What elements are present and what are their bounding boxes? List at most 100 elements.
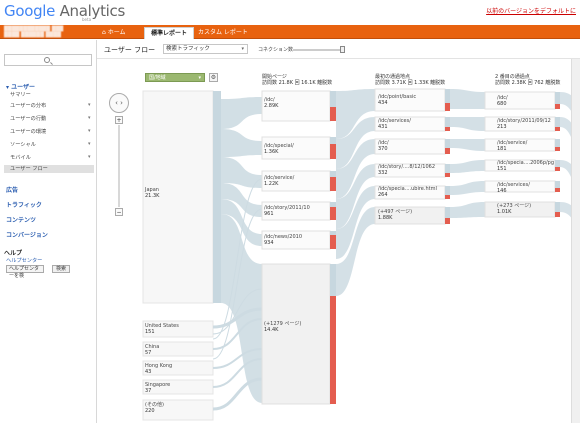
col1-node[interactable] xyxy=(261,263,331,405)
col1-exit xyxy=(330,144,336,159)
sidebar-traffic-label: トラフィック xyxy=(6,202,42,209)
sidebar-help-heading: ヘルプ xyxy=(4,248,22,257)
col3-label[interactable]: (+273 ページ) 1.01K xyxy=(497,203,531,215)
col3-exit xyxy=(555,104,560,109)
col1-bar xyxy=(330,264,336,296)
col1-label[interactable]: /idc/news/2010 934 xyxy=(264,234,302,246)
help-search-input[interactable]: ヘルプセンターを検 xyxy=(6,265,44,279)
connection-slider[interactable] xyxy=(293,46,345,53)
help-center-label: ヘルプセンター xyxy=(6,258,43,264)
sidebar-mobile-label: モバイル xyxy=(10,155,31,161)
slider-knob[interactable] xyxy=(340,46,345,53)
page-value: 1.01K xyxy=(497,209,512,215)
col2-bar xyxy=(445,164,450,173)
sidebar-item-mobile[interactable]: モバイル ▾ xyxy=(10,154,91,161)
sidebar-section-users[interactable]: ▾ ユーザー xyxy=(6,82,35,91)
col1-exit xyxy=(330,107,336,121)
col1-bar xyxy=(330,171,336,177)
sidebar-item-distribution[interactable]: ユーザーの分布 ▾ xyxy=(10,102,91,109)
zoom-out-button[interactable]: − xyxy=(115,208,123,216)
dimension-select[interactable]: 国/地域 ▾ xyxy=(145,73,205,82)
col3-exit xyxy=(555,127,560,131)
page-value: 370 xyxy=(378,146,388,152)
google-analytics-logo[interactable]: Google Analytics xyxy=(4,2,125,20)
sidebar-item-flow[interactable]: ユーザー フロー xyxy=(4,165,94,173)
ga-window: { "header": { "logo_google": "Google", "… xyxy=(0,0,580,423)
col2-exit xyxy=(445,148,450,154)
col2-bar xyxy=(445,117,450,127)
tab-standard-reports[interactable]: 標準レポート xyxy=(144,27,195,39)
col2-label[interactable]: /idc/370 xyxy=(378,140,389,152)
sidebar-item-environment[interactable]: ユーザーの環境 ▾ xyxy=(10,128,91,135)
connection-label: コネクション数 xyxy=(258,47,294,53)
account-line2: ████ ██████ ████ xyxy=(4,32,62,38)
sidebar-environment-label: ユーザーの環境 xyxy=(10,129,47,135)
sidebar-section-ads[interactable]: 広告 xyxy=(6,185,18,194)
segment-select-value: 検索トラフィック xyxy=(166,46,210,52)
col3-label[interactable]: /idc/service/181 xyxy=(497,140,527,152)
col3-label[interactable]: /idc/680 xyxy=(497,95,508,107)
col1-label[interactable]: (+1279 ページ) 14.4K xyxy=(264,321,301,333)
sidebar-flow-label: ユーザー フロー xyxy=(10,166,48,172)
col1-label[interactable]: /idc/service/1.22K xyxy=(264,175,294,187)
col3-label[interactable]: /idc/story/2011/09/12 213 xyxy=(497,118,551,130)
zoom-track[interactable] xyxy=(118,125,120,207)
col2-exit xyxy=(445,195,450,199)
col1-bar xyxy=(330,202,336,207)
col2-label[interactable]: /idc/services/431 xyxy=(378,118,411,130)
country-label: Hong Kong 43 xyxy=(145,363,172,375)
tab-standard-reports-label: 標準レポート xyxy=(151,30,188,37)
sidebar-item-social[interactable]: ソーシャル ▾ xyxy=(10,141,91,148)
col1-label[interactable]: /idc/2.89K xyxy=(264,97,278,109)
page-value: 1.22K xyxy=(264,181,279,187)
col1-label[interactable]: /idc/special/1.36K xyxy=(264,143,294,155)
help-search-button[interactable]: 検索 xyxy=(52,265,70,273)
logo-google-text: Google xyxy=(4,2,56,20)
flow-link xyxy=(221,129,262,157)
col2-label[interactable]: /idc/story/....8/12/1062 332 xyxy=(378,164,435,176)
segment-select[interactable]: 検索トラフィック ▾ xyxy=(163,44,248,54)
sidebar-section-content[interactable]: コンテンツ xyxy=(6,215,36,224)
page-value: 14.4K xyxy=(264,327,279,333)
col1-exit xyxy=(330,235,336,249)
page-value: 151 xyxy=(497,166,507,172)
zoom-in-button[interactable]: + xyxy=(115,116,123,124)
pan-control[interactable]: ‹ › xyxy=(109,93,129,113)
col3-node[interactable] xyxy=(484,91,556,110)
old-version-link[interactable]: 以前のバージョンをデフォルトに xyxy=(486,6,576,15)
account-selector[interactable]: ████████████ ███ ████ ██████ ████ xyxy=(4,26,86,38)
col3-exit xyxy=(555,167,560,171)
dimension-select-value: 国/地域 xyxy=(149,75,166,81)
main-nav-bar xyxy=(0,25,580,39)
country-label: (その他) 220 xyxy=(145,402,164,414)
col2-label[interactable]: /idc/specia....ubire.html 264 xyxy=(378,186,437,198)
beta-label: beta xyxy=(82,17,92,22)
sidebar-section-traffic[interactable]: トラフィック xyxy=(6,200,42,209)
col3-label[interactable]: /idc/services/146 xyxy=(497,182,530,194)
country-label: Singapore 37 xyxy=(145,382,170,394)
col2-label[interactable]: /idc/point/basic 434 xyxy=(378,94,416,106)
col2-bar xyxy=(445,207,450,218)
sidebar-item-behavior[interactable]: ユーザーの行動 ▾ xyxy=(10,115,91,122)
sidebar-section-conversion[interactable]: コンバージョン xyxy=(6,230,48,239)
col1-exit xyxy=(330,207,336,220)
country-label: Japan 21.3K xyxy=(145,187,159,199)
page-value: 264 xyxy=(378,192,388,198)
col3-bar xyxy=(555,117,560,127)
sidebar-search-input[interactable] xyxy=(4,54,92,66)
help-center-link[interactable]: ヘルプセンター xyxy=(6,257,42,264)
scrollbar[interactable] xyxy=(571,59,580,423)
col3-exit xyxy=(555,212,560,217)
col3-bar xyxy=(555,92,560,104)
col3-exit xyxy=(555,188,560,192)
tab-custom-reports[interactable]: カスタム レポート xyxy=(192,27,254,39)
tab-home[interactable]: ⌂ ホーム xyxy=(96,27,132,39)
sidebar: ▾ ユーザー サマリー ユーザーの分布 ▾ ユーザーの行動 ▾ ユーザーの環境 ▾ ソ… xyxy=(0,40,97,423)
gear-icon[interactable]: ⚙ xyxy=(209,73,218,82)
col2-label[interactable]: (+497 ページ) 1.88K xyxy=(378,209,412,221)
col1-label[interactable]: /idc/story/2011/10 961 xyxy=(264,205,310,217)
column-subtitle: 訪問数 21.8K 回 16.1K 離脱数 xyxy=(262,80,333,86)
col3-exit xyxy=(555,147,560,151)
col3-label[interactable]: /idc/specia....2006p/pg 151 xyxy=(497,160,554,172)
sidebar-item-summary[interactable]: サマリー xyxy=(10,91,31,98)
